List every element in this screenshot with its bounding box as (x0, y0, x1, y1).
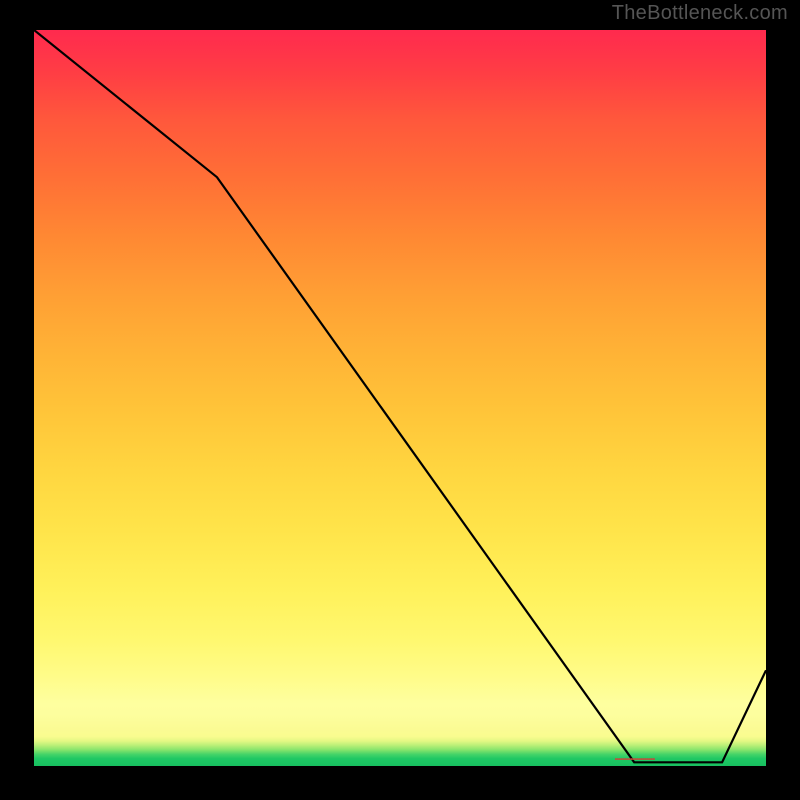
watermark-text: TheBottleneck.com (612, 2, 788, 25)
bottleneck-curve (34, 30, 766, 766)
optimal-range-marker: ···················· (614, 752, 654, 766)
curve-path (34, 30, 766, 762)
